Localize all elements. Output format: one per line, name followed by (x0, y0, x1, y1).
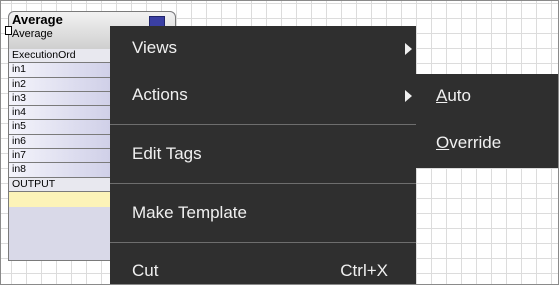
block-title: Average (12, 12, 63, 27)
menu-item-views[interactable]: Views (110, 28, 416, 68)
menu-item-label: Views (132, 38, 178, 57)
menu-item-label: Edit Tags (132, 144, 202, 163)
submenu-arrow-icon (405, 90, 412, 102)
menu-item-cut[interactable]: Cut Ctrl+X (110, 251, 416, 291)
menu-separator (110, 242, 416, 243)
link-anchor-icon[interactable] (5, 26, 12, 35)
block-type-label: Average (12, 28, 53, 40)
menu-item-label: Make Template (132, 203, 247, 222)
menu-separator (110, 124, 416, 125)
context-menu: Views Actions Edit Tags Make Template Cu… (110, 26, 416, 285)
menu-item-shortcut: Ctrl+X (340, 261, 388, 280)
menu-item-edit-tags[interactable]: Edit Tags (110, 134, 416, 174)
submenu-item-auto[interactable]: Auto (416, 76, 559, 116)
label-rest: uto (447, 86, 471, 105)
submenu-item-override[interactable]: Override (416, 123, 559, 163)
submenu-item-label: Override (436, 123, 501, 163)
menu-item-label: Cut (132, 261, 159, 280)
menu-item-label: Actions (132, 85, 188, 104)
submenu-arrow-icon (405, 43, 412, 55)
actions-submenu: Auto Override (416, 74, 559, 168)
mnemonic-letter: A (436, 86, 448, 105)
label-rest: verride (449, 133, 502, 152)
mnemonic-letter: O (436, 133, 450, 152)
menu-item-actions[interactable]: Actions (110, 75, 416, 115)
menu-separator (110, 183, 416, 184)
menu-item-make-template[interactable]: Make Template (110, 193, 416, 233)
submenu-item-label: Auto (436, 76, 471, 116)
